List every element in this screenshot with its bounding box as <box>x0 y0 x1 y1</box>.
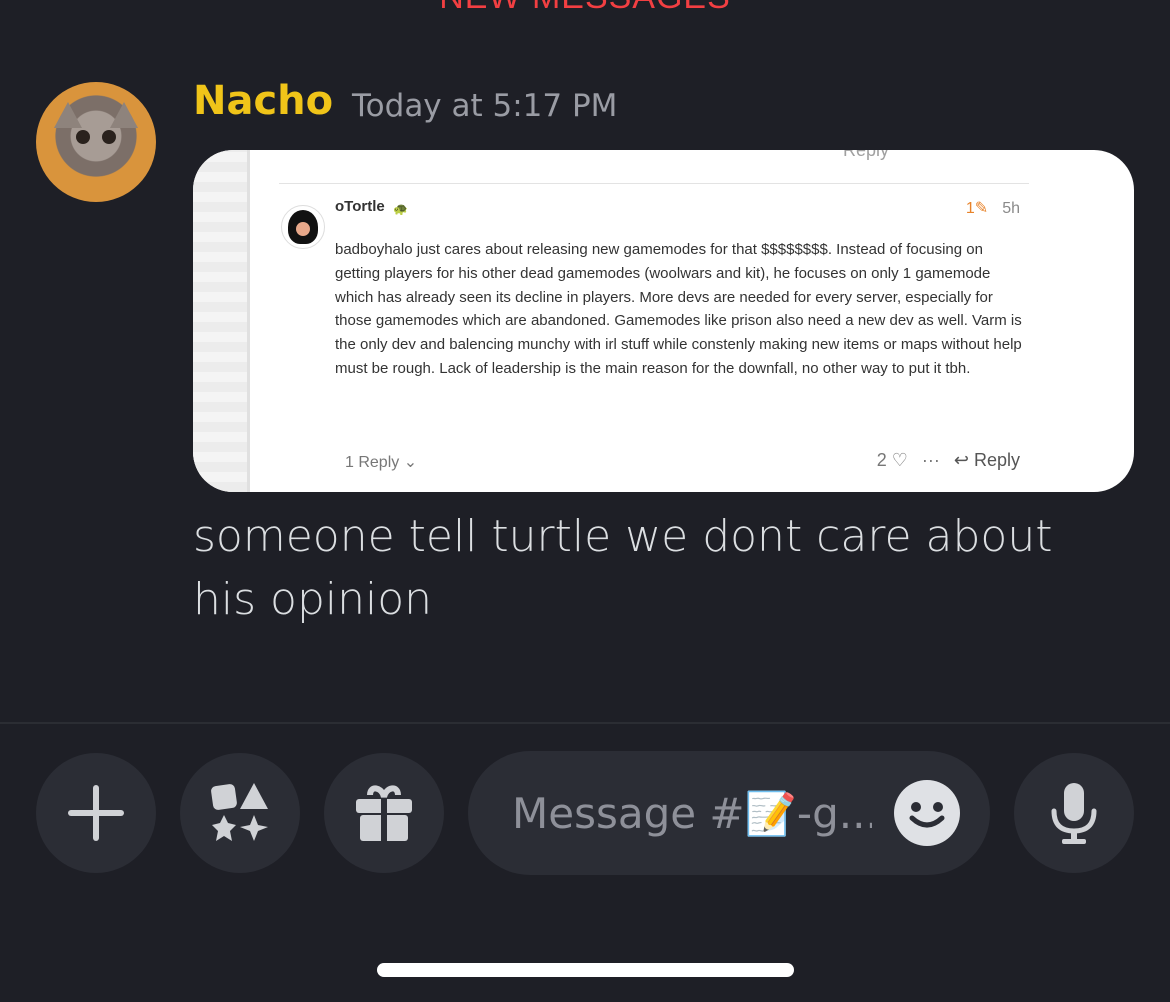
post-reply: ↩ Reply <box>954 450 1020 471</box>
image-attachment[interactable]: Reply oTortle 🐢 1✎ 5h badboyhalo just car… <box>193 150 1134 492</box>
post-like-count: 2 ♡ <box>877 450 908 471</box>
emoji-icon <box>909 802 945 828</box>
post-reply-label: Reply <box>973 450 1020 470</box>
post-like-number: 2 <box>876 450 887 470</box>
post-actions: 2 ♡ ··· ↩ Reply <box>877 450 1020 471</box>
reply-arrow-icon: ↩ <box>953 450 969 470</box>
microphone-icon <box>1051 783 1097 844</box>
post-body: badboyhalo just cares about releasing ne… <box>335 241 1022 377</box>
apps-button[interactable] <box>180 753 300 873</box>
gift-icon <box>356 785 412 841</box>
turtle-icon: 🐢 <box>393 202 408 216</box>
new-messages-divider: NEW MESSAGES <box>0 0 1170 17</box>
add-button[interactable] <box>36 753 156 873</box>
post-replies-toggle: 1 Reply ⌄ <box>345 452 417 472</box>
attachment-divider <box>279 183 1029 184</box>
message-author[interactable]: Nacho <box>193 78 333 124</box>
message-input-placeholder: Message #📝-g... <box>512 789 872 838</box>
plus-icon <box>68 785 124 841</box>
home-indicator[interactable] <box>377 963 794 977</box>
avatar[interactable] <box>36 82 156 202</box>
more-icon: ··· <box>921 450 940 470</box>
attachment-cut-off-reply: Reply <box>843 150 890 160</box>
apps-icon <box>211 783 268 841</box>
message-input[interactable]: Message #📝-g... <box>468 751 990 875</box>
post-avatar-face <box>296 222 310 236</box>
post-replies-label: 1 Reply <box>345 454 400 471</box>
edit-count: 1 <box>965 200 975 217</box>
message-text: someone tell turtle we dont care about h… <box>193 511 1053 625</box>
avatar-eye <box>102 130 116 144</box>
gift-button[interactable] <box>324 753 444 873</box>
post-meta: 1✎ 5h <box>966 198 1020 218</box>
avatar-ear <box>110 102 138 128</box>
composer-divider <box>0 722 1170 724</box>
heart-icon: ♡ <box>891 450 908 470</box>
avatar-ear <box>54 102 82 128</box>
message-timestamp: Today at 5:17 PM <box>352 88 618 124</box>
voice-button[interactable] <box>1014 753 1134 873</box>
attachment-left-strip <box>193 150 250 492</box>
post-author: oTortle <box>335 198 385 215</box>
pencil-icon: ✎ <box>974 200 989 217</box>
chevron-down-icon: ⌄ <box>403 454 418 471</box>
post-age: 5h <box>1002 200 1020 217</box>
post-avatar <box>281 205 325 249</box>
avatar-eye <box>76 130 90 144</box>
emoji-button[interactable] <box>894 780 960 846</box>
